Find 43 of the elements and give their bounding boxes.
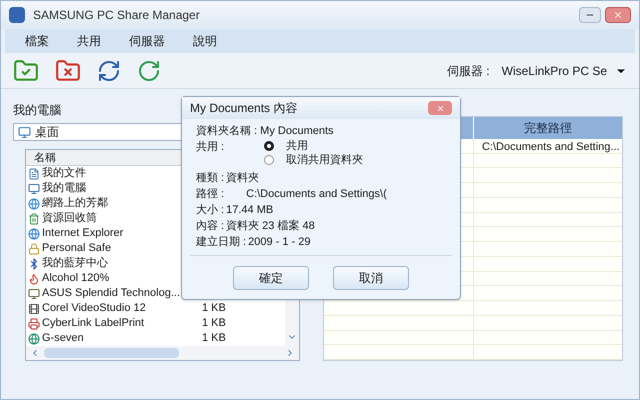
field-value: 2009 - 1 - 29 xyxy=(248,235,310,250)
file-size: 1 KB xyxy=(202,316,226,331)
server-dropdown[interactable]: WiseLinkPro PC Se xyxy=(502,62,627,80)
app-icon xyxy=(9,7,25,23)
menu-item[interactable]: 共用 xyxy=(77,32,101,50)
sync-icon[interactable] xyxy=(137,58,161,82)
close-icon xyxy=(436,104,444,112)
field-label: 建立日期 : xyxy=(196,234,246,250)
field-value: 資料夾 23 檔案 48 xyxy=(226,218,315,234)
field-label: 種類 : xyxy=(196,171,224,186)
dialog-title: My Documents 內容 xyxy=(190,100,298,117)
file-size: 1 KB xyxy=(202,301,226,316)
dialog-button[interactable]: 確定 xyxy=(233,266,309,290)
desktop-icon xyxy=(18,126,31,138)
path-cell-text: C:\Documents and Setting... xyxy=(481,140,620,153)
file-name[interactable]: G-seven xyxy=(42,331,202,346)
unshare-folder-icon[interactable] xyxy=(55,58,81,84)
field-value: 資料夾 xyxy=(226,171,260,186)
close-button[interactable] xyxy=(605,7,631,23)
share-folder-icon[interactable] xyxy=(13,58,39,84)
file-name[interactable]: Corel VideoStudio 12 xyxy=(42,301,202,316)
menu-item[interactable]: 伺服器 xyxy=(129,32,165,50)
window-title: SAMSUNG PC Share Manager xyxy=(33,7,200,24)
refresh-icon[interactable] xyxy=(97,58,121,82)
menu-item[interactable]: 說明 xyxy=(193,32,217,50)
scroll-thumb[interactable] xyxy=(44,348,179,358)
field-value: 17.44 MB xyxy=(226,203,274,218)
radio-button[interactable] xyxy=(264,141,274,151)
file-size: 1 KB xyxy=(202,331,226,346)
file-name[interactable]: CyberLink LabelPrint xyxy=(42,316,202,331)
horizontal-scrollbar[interactable] xyxy=(26,346,299,360)
menu-item[interactable]: 檔案 xyxy=(25,32,49,50)
dialog-button[interactable]: 取消 xyxy=(333,266,409,290)
field-value: C:\Documents and Settings\( xyxy=(246,187,387,202)
close-button[interactable] xyxy=(428,101,452,115)
column-header[interactable]: 完整路徑 xyxy=(474,117,622,139)
server-label: 伺服器 : xyxy=(446,62,490,80)
panel-title: 我的電腦 xyxy=(13,102,61,119)
radio-button[interactable] xyxy=(264,155,274,165)
field-label: 大小 : xyxy=(196,203,224,218)
close-icon xyxy=(613,10,623,20)
field-label: 路徑 : xyxy=(196,187,224,202)
field-label: 內容 : xyxy=(196,218,224,234)
